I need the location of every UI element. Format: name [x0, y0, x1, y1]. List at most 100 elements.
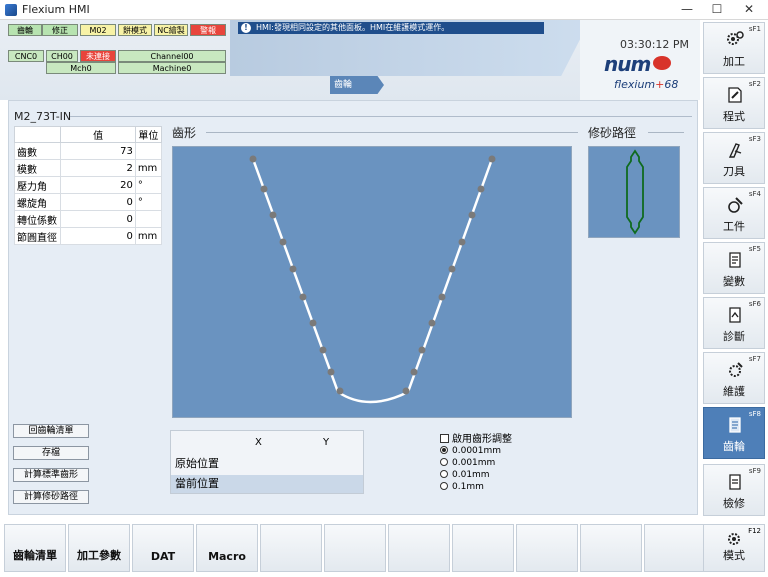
bottom-key-machining-params[interactable]: 加工參數: [68, 524, 130, 572]
table-header-name: [13, 126, 62, 143]
table-row[interactable]: 壓力角 20 °: [13, 176, 163, 194]
softkey-gear[interactable]: sF8 齒輪: [703, 407, 765, 459]
bottom-key-empty-8[interactable]: [452, 524, 514, 572]
resolution-radio-01[interactable]: 0.01mm: [440, 470, 490, 480]
helix-angle-value[interactable]: 0: [60, 193, 136, 211]
x-header: X: [255, 437, 262, 448]
status-alarm[interactable]: 警報: [190, 24, 226, 36]
softkey-program[interactable]: sF2 程式: [703, 77, 765, 129]
variables-icon: [729, 252, 741, 268]
status-channel: Channel00: [118, 50, 226, 62]
resolution-radio-1[interactable]: 0.1mm: [440, 482, 484, 492]
radio-icon: [440, 470, 448, 478]
dressing-path-svg: [626, 149, 644, 235]
current-position-row[interactable]: 當前位置: [171, 475, 363, 493]
close-button[interactable]: ✕: [734, 0, 764, 20]
softkey-maintenance[interactable]: sF7 維護: [703, 352, 765, 404]
pressure-angle-value[interactable]: 20: [60, 176, 136, 194]
gear-doc-icon: [729, 417, 741, 433]
status-machine-id: Mch0: [46, 62, 116, 74]
bottom-key-empty-7[interactable]: [388, 524, 450, 572]
bottom-key-dat[interactable]: DAT: [132, 524, 194, 572]
table-row[interactable]: 轉位係數 0: [13, 210, 163, 228]
bottom-key-gear-list[interactable]: 齒輪清單: [4, 524, 66, 572]
dressing-path-divider: [648, 132, 684, 133]
shift-coefficient-value[interactable]: 0: [60, 210, 136, 228]
tooth-profile-svg: [249, 155, 496, 404]
message-bar[interactable]: ! HMI:發現相同設定的其他面板。HMI在維護模式運作。: [238, 22, 544, 34]
softkey-variables[interactable]: sF5 變數: [703, 242, 765, 294]
maximize-button[interactable]: ☐: [702, 0, 732, 20]
gear-parameter-table: 值 單位 齒數 73 模數 2 mm 壓力角 20 ° 螺旋角 0 ° 轉位係數…: [13, 126, 163, 245]
bottom-key-empty-6[interactable]: [324, 524, 386, 572]
back-to-gear-list-button[interactable]: 回齒輪清單: [13, 424, 89, 438]
app-icon: [5, 4, 17, 16]
dressing-path-title: 修砂路徑: [588, 126, 637, 140]
position-box: X Y 原始位置 當前位置: [170, 430, 364, 494]
tooth-profile-plot[interactable]: [172, 146, 572, 418]
softkey-tool[interactable]: sF3 刀具: [703, 132, 765, 184]
bottom-key-empty-10[interactable]: [580, 524, 642, 572]
mode-gear-icon: [728, 533, 740, 545]
status-nc-draw: NC繪製: [154, 24, 188, 36]
calc-standard-profile-button[interactable]: 計算標準齒形: [13, 468, 89, 482]
breadcrumb: 齒輪: [330, 76, 384, 94]
softkey-diagnosis[interactable]: sF6 診斷: [703, 297, 765, 349]
table-header-unit: 單位: [134, 126, 163, 143]
window-titlebar: Flexium HMI — ☐ ✕: [0, 0, 768, 20]
page-title: M2_73T-IN: [14, 110, 72, 123]
gears-icon: [727, 31, 744, 45]
info-icon: !: [241, 23, 251, 33]
table-header-value: 值: [60, 126, 136, 143]
maintenance-icon: [729, 362, 743, 377]
checkbox-icon: [440, 434, 449, 443]
num-logo: num: [604, 52, 672, 76]
teeth-value[interactable]: 73: [60, 142, 136, 160]
table-row[interactable]: 齒數 73: [13, 142, 163, 160]
y-header: Y: [323, 437, 330, 448]
table-row[interactable]: 模數 2 mm: [13, 159, 163, 177]
start-position-row[interactable]: 原始位置: [171, 455, 363, 473]
flexium-logo: flexium+68: [614, 78, 679, 91]
dressing-path-shape: [626, 149, 644, 235]
softkey-inspect[interactable]: sF9 檢修: [703, 464, 765, 516]
bottom-key-macro[interactable]: Macro: [196, 524, 258, 572]
window-title: Flexium HMI: [22, 3, 90, 16]
status-mode: 齒輪: [8, 24, 42, 36]
module-value[interactable]: 2: [60, 159, 136, 177]
save-button[interactable]: 存檔: [13, 446, 89, 460]
resolution-radio-001[interactable]: 0.001mm: [440, 458, 495, 468]
tool-icon: [728, 143, 742, 158]
mode-key[interactable]: F12 模式: [703, 524, 765, 572]
status-cake-mode: 餅模式: [118, 24, 152, 36]
status-machine: Machine0: [118, 62, 226, 74]
dressing-path-plot[interactable]: [588, 146, 680, 238]
tooth-profile-divider: [206, 132, 578, 133]
calc-dressing-path-button[interactable]: 計算修砂路徑: [13, 490, 89, 504]
num-logo-swirl-icon: [653, 56, 672, 70]
bottom-key-empty-11[interactable]: [644, 524, 706, 572]
clock: 03:30:12 PM: [620, 38, 690, 51]
status-cnc: CNC0: [8, 50, 44, 62]
tooth-profile-title: 齒形: [172, 126, 197, 140]
pitch-diameter-value[interactable]: 0: [60, 227, 136, 245]
status-connection: 未連接: [80, 50, 116, 62]
message-text: HMI:發現相同設定的其他面板。HMI在維護模式運作。: [256, 23, 450, 32]
profile-points: [249, 155, 496, 395]
tooth-profile-curve: [251, 158, 494, 404]
diagnosis-icon: [729, 307, 741, 323]
table-row[interactable]: 節圓直徑 0 mm: [13, 227, 163, 245]
status-edit: 修正: [42, 24, 78, 36]
bottom-key-empty-5[interactable]: [260, 524, 322, 572]
softkey-machining[interactable]: sF1 加工: [703, 22, 765, 74]
program-icon: [728, 87, 742, 103]
softkey-workpiece[interactable]: sF4 工件: [703, 187, 765, 239]
title-divider: [70, 116, 692, 117]
status-channel-id: CH00: [46, 50, 78, 62]
resolution-radio-0001[interactable]: 0.0001mm: [440, 446, 501, 456]
enable-profile-adjust-checkbox[interactable]: 啟用齒形調整: [440, 430, 512, 445]
minimize-button[interactable]: —: [672, 0, 702, 20]
table-row[interactable]: 螺旋角 0 °: [13, 193, 163, 211]
inspect-icon: [729, 474, 741, 490]
bottom-key-empty-9[interactable]: [516, 524, 578, 572]
